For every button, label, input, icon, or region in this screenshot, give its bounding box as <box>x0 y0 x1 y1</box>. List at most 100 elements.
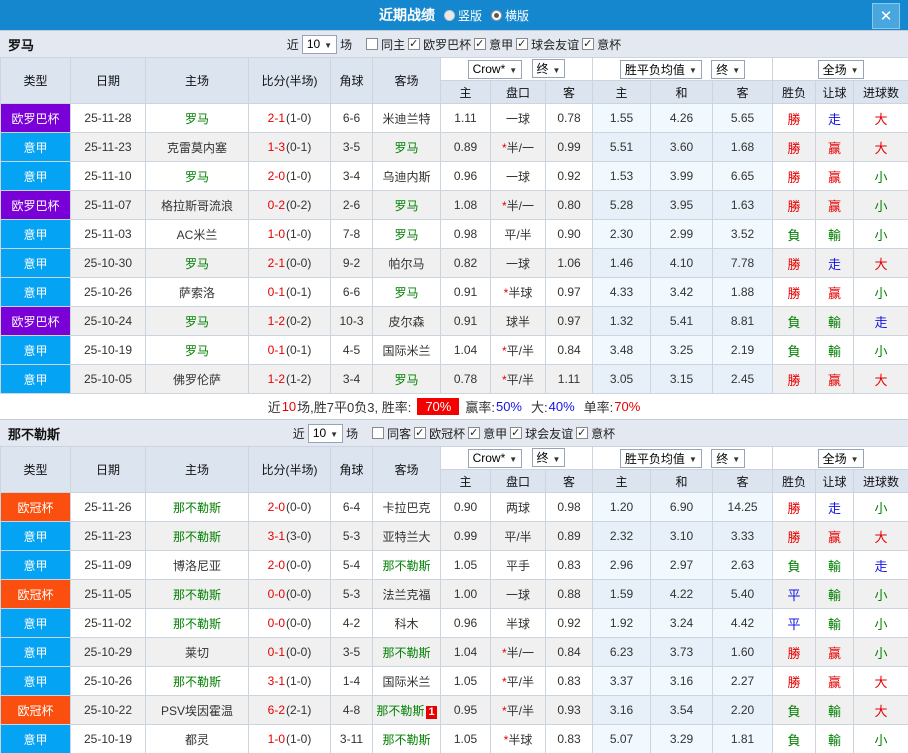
avg-odds-group: 胜平负均值 终 <box>592 446 774 470</box>
match-row: 欧罗巴杯 25-11-28 罗马 2-1(1-0) 6-6 米迪兰特 1.11 … <box>0 103 908 133</box>
away-team: 法兰克福 <box>372 579 441 609</box>
col-date: 日期 <box>70 57 146 104</box>
odds-source-select[interactable]: Crow* <box>467 448 523 468</box>
away-team: 罗马 <box>372 219 441 249</box>
league-checkbox-friendly[interactable] <box>516 37 529 50</box>
league-label-coppa[interactable]: 意杯 <box>591 425 615 442</box>
big-rate-label: 大: <box>531 400 548 415</box>
match-count-select[interactable]: 10 <box>301 34 338 54</box>
match-date: 25-11-10 <box>70 161 146 191</box>
avg-away-odds: 3.33 <box>712 521 774 551</box>
odds-source-select[interactable]: Crow* <box>467 59 523 79</box>
same-venue-label[interactable]: 同客 <box>387 425 411 442</box>
league-checkbox-seriea[interactable] <box>474 37 487 50</box>
league-checkbox-coppa[interactable] <box>576 426 589 439</box>
league-checkbox-coppa[interactable] <box>582 37 595 50</box>
crow-away-odds: 0.84 <box>544 637 594 667</box>
handicap-line: 一球 <box>490 248 546 278</box>
subcol-let: 让球 <box>815 80 855 104</box>
fullmatch-group: 全场 <box>772 57 908 81</box>
fullmatch-select[interactable]: 全场 <box>817 448 864 468</box>
avg-odds-select[interactable]: 胜平负均值 <box>619 59 702 79</box>
col-away: 客场 <box>372 57 441 104</box>
layout-horizontal-label[interactable]: 横版 <box>505 7 529 24</box>
league-checkbox-seriea[interactable] <box>468 426 481 439</box>
handicap-rate-value: 50% <box>495 399 522 414</box>
home-team: 莱切 <box>145 637 249 667</box>
radio-on-icon[interactable] <box>491 9 502 21</box>
result-goals: 小 <box>853 492 908 522</box>
corner-count: 1-4 <box>330 666 373 696</box>
dialog-title: 近期战绩 <box>378 7 435 23</box>
league-label-ucl[interactable]: 欧冠杯 <box>429 425 465 442</box>
col-type: 类型 <box>0 57 71 104</box>
team-section-header-napoli: 那不勒斯 近 10 场 同客 欧冠杯 意甲 球会友谊 意杯 <box>0 419 908 446</box>
league-label-europa[interactable]: 欧罗巴杯 <box>423 36 471 53</box>
match-row: 欧冠杯 25-11-05 那不勒斯 0-0(0-0) 5-3 法兰克福 1.00… <box>0 579 908 609</box>
layout-vertical-label[interactable]: 竖版 <box>458 7 482 24</box>
result-handicap: 輸 <box>815 608 855 638</box>
layout-vertical-option[interactable]: 竖版 <box>443 7 482 24</box>
col-score: 比分(半场) <box>248 446 331 493</box>
avg-draw-odds: 3.10 <box>650 521 714 551</box>
avg-time-select[interactable]: 终 <box>711 59 746 79</box>
radio-off-icon[interactable] <box>443 9 455 21</box>
league-label-seriea[interactable]: 意甲 <box>489 36 513 53</box>
big-rate-value: 40% <box>548 399 575 414</box>
layout-horizontal-option[interactable]: 横版 <box>491 7 529 24</box>
odds-time-select[interactable]: 终 <box>531 448 566 468</box>
match-count-select[interactable]: 10 <box>307 423 344 443</box>
odds-time-select[interactable]: 终 <box>531 59 566 79</box>
home-team: 那不勒斯 <box>145 492 249 522</box>
result-win-draw-lose: 負 <box>772 335 817 365</box>
col-corner: 角球 <box>330 57 373 104</box>
match-date: 25-11-23 <box>70 521 146 551</box>
crow-home-odds: 0.91 <box>440 306 491 336</box>
away-team: 罗马 <box>372 190 441 220</box>
result-goals: 走 <box>853 550 908 580</box>
league-label-coppa[interactable]: 意杯 <box>597 36 621 53</box>
league-badge: 意甲 <box>0 335 71 365</box>
avg-home-odds: 2.32 <box>592 521 652 551</box>
fullmatch-select[interactable]: 全场 <box>817 59 864 79</box>
match-date: 25-10-22 <box>70 695 146 725</box>
handicap-line: 一球 <box>490 579 546 609</box>
result-goals: 大 <box>853 521 908 551</box>
league-checkbox-friendly[interactable] <box>510 426 523 439</box>
league-checkbox-ucl[interactable] <box>414 426 427 439</box>
chevron-down-icon <box>553 62 561 76</box>
league-label-friendly[interactable]: 球会友谊 <box>531 36 579 53</box>
corner-count: 3-4 <box>330 364 373 394</box>
away-team: 科木 <box>372 608 441 638</box>
match-row: 意甲 25-11-23 那不勒斯 3-1(3-0) 5-3 亚特兰大 0.99 … <box>0 521 908 551</box>
corner-count: 9-2 <box>330 248 373 278</box>
crow-home-odds: 1.04 <box>440 637 491 667</box>
close-button[interactable]: ✕ <box>872 3 900 29</box>
same-venue-label[interactable]: 同主 <box>381 36 405 53</box>
score: 2-0(0-0) <box>248 492 331 522</box>
subcol-avg-home: 主 <box>592 469 652 493</box>
avg-odds-select[interactable]: 胜平负均值 <box>619 448 702 468</box>
league-checkbox-europa[interactable] <box>408 37 421 50</box>
crow-home-odds: 0.96 <box>440 161 491 191</box>
league-label-friendly[interactable]: 球会友谊 <box>525 425 573 442</box>
league-label-seriea[interactable]: 意甲 <box>483 425 507 442</box>
match-row: 意甲 25-11-03 AC米兰 1-0(1-0) 7-8 罗马 0.98 平/… <box>0 219 908 249</box>
half-time-score: (0-2) <box>286 314 312 328</box>
result-win-draw-lose: 勝 <box>772 521 817 551</box>
avg-time-select[interactable]: 终 <box>711 448 746 468</box>
corner-count: 5-4 <box>330 550 373 580</box>
away-team: 帕尔马 <box>372 248 441 278</box>
avg-draw-odds: 2.99 <box>650 219 714 249</box>
col-corner: 角球 <box>330 446 373 493</box>
fullmatch-group: 全场 <box>772 446 908 470</box>
subcol-wdl: 胜负 <box>772 80 817 104</box>
league-badge: 意甲 <box>0 161 71 191</box>
same-venue-checkbox[interactable] <box>366 38 379 50</box>
match-row: 意甲 25-10-29 莱切 0-1(0-0) 3-5 那不勒斯 1.04 *半… <box>0 637 908 667</box>
league-badge: 意甲 <box>0 608 71 638</box>
match-date: 25-11-23 <box>70 132 146 162</box>
half-time-score: (1-0) <box>286 674 312 688</box>
same-venue-checkbox[interactable] <box>372 427 385 439</box>
avg-draw-odds: 3.42 <box>650 277 714 307</box>
